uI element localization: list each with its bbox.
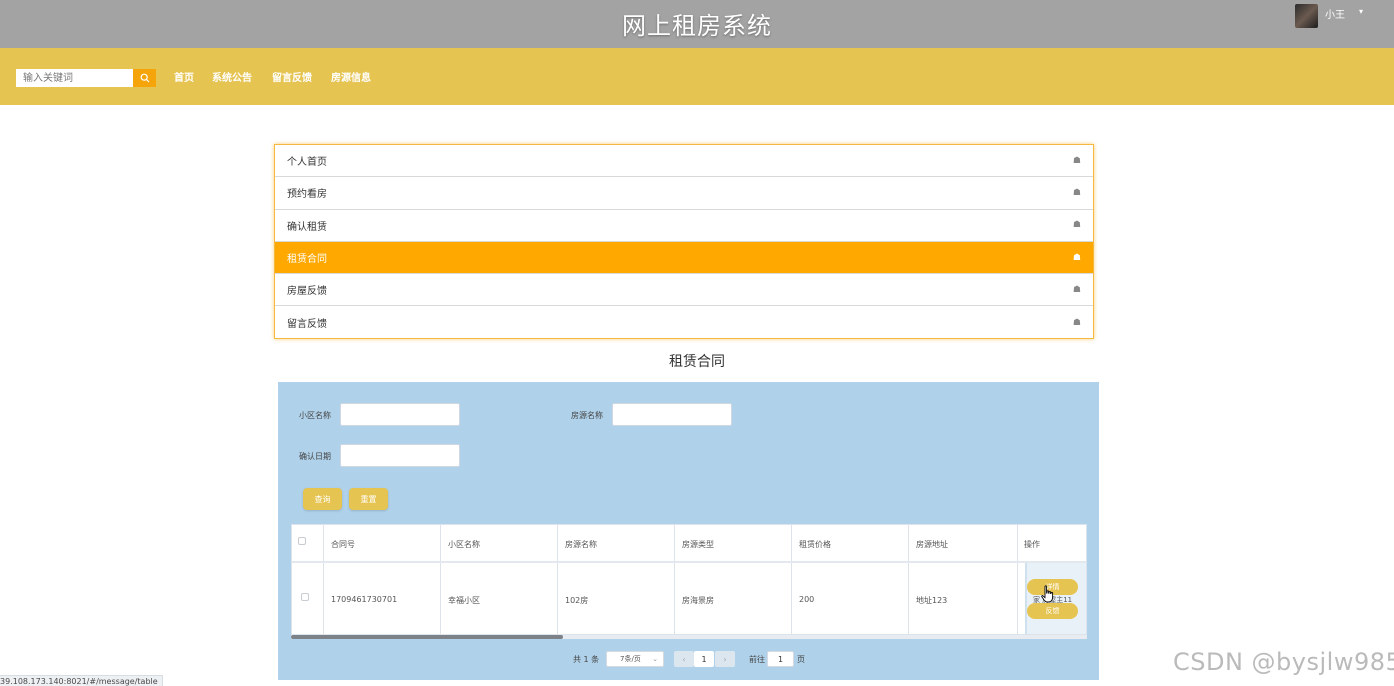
community-label: 小区名称 xyxy=(299,411,331,420)
avatar[interactable] xyxy=(1295,4,1318,28)
cell-price: 200 xyxy=(799,595,815,604)
home-icon: ☗ xyxy=(1072,187,1081,198)
chevron-down-icon: ⌄ xyxy=(652,655,658,663)
menu-item-label: 留言反馈 xyxy=(287,319,327,331)
nav-feedback[interactable]: 留言反馈 xyxy=(272,69,312,84)
row-checkbox[interactable] xyxy=(301,593,309,601)
search-input[interactable] xyxy=(16,69,133,87)
menu-item-confirm-lease[interactable]: 确认租赁 ☗ xyxy=(275,210,1093,242)
cell-house-type: 房海景房 xyxy=(682,596,714,605)
menu-item-label: 租赁合同 xyxy=(287,254,327,266)
menu-item-profile[interactable]: 个人首页 ☗ xyxy=(275,145,1093,178)
home-icon: ☗ xyxy=(1072,252,1081,263)
cell-address: 地址123 xyxy=(916,596,948,605)
column-header[interactable]: 合同号 xyxy=(331,539,355,550)
column-header: 操作 xyxy=(1024,540,1040,549)
community-input[interactable] xyxy=(340,403,460,426)
menu-item-house-feedback[interactable]: 房屋反馈 ☗ xyxy=(275,274,1093,307)
nav-listings[interactable]: 房源信息 xyxy=(331,69,371,84)
nav-home[interactable]: 首页 xyxy=(174,69,194,84)
pagination-total: 共 1 条 xyxy=(573,655,600,664)
hand-cursor-icon xyxy=(1041,585,1054,603)
user-menu[interactable]: 小王 ▾ xyxy=(1295,4,1363,28)
app-title: 网上租房系统 xyxy=(622,12,772,40)
column-header[interactable]: 小区名称 xyxy=(448,539,480,550)
search-icon xyxy=(140,73,149,83)
home-icon: ☗ xyxy=(1072,155,1081,166)
column-header[interactable]: 租赁价格 xyxy=(799,539,831,550)
prev-page-button[interactable]: ‹ xyxy=(674,651,694,667)
menu-item-booking[interactable]: 预约看房 ☗ xyxy=(275,177,1093,210)
column-header[interactable]: 房源类型 xyxy=(682,539,714,550)
query-button[interactable]: 查询 xyxy=(303,488,342,510)
horizontal-scrollbar[interactable] xyxy=(291,635,1087,639)
next-page-button[interactable]: › xyxy=(715,651,735,667)
menu-item-label: 个人首页 xyxy=(287,157,327,169)
page-size-value: 7条/页 xyxy=(620,655,641,663)
chevron-down-icon[interactable]: ▾ xyxy=(1359,7,1363,16)
title-bar: 网上租房系统 小王 ▾ xyxy=(0,0,1394,48)
user-name[interactable]: 小王 xyxy=(1325,6,1345,21)
menu-item-message-feedback[interactable]: 留言反馈 ☗ xyxy=(275,306,1093,338)
menu-item-lease-contract[interactable]: 租赁合同 ☗ xyxy=(275,241,1093,275)
search-button[interactable] xyxy=(133,69,156,87)
nav-bar: 首页 系统公告 留言反馈 房源信息 xyxy=(0,48,1394,105)
confirm-date-input[interactable] xyxy=(340,444,460,467)
select-all-checkbox[interactable] xyxy=(298,537,306,545)
cell-community: 幸福小区 xyxy=(448,596,480,605)
feedback-button[interactable]: 反馈 xyxy=(1027,603,1078,619)
house-name-input[interactable] xyxy=(612,403,732,426)
menu-item-label: 预约看房 xyxy=(287,189,327,201)
goto-page-input[interactable]: 1 xyxy=(767,651,794,667)
menu-item-label: 房屋反馈 xyxy=(287,286,327,298)
scrollbar-thumb[interactable] xyxy=(291,635,563,639)
reset-button[interactable]: 重置 xyxy=(349,488,388,510)
user-center-menu: 个人首页 ☗ 预约看房 ☗ 确认租赁 ☗ 租赁合同 ☗ 房屋反馈 ☗ 留言反馈 … xyxy=(274,144,1094,339)
home-icon: ☗ xyxy=(1072,220,1081,231)
menu-item-label: 确认租赁 xyxy=(287,221,327,233)
column-header[interactable]: 房源地址 xyxy=(916,539,948,550)
page-unit-label: 页 xyxy=(797,655,805,664)
contracts-table: 合同号 小区名称 房源名称 房源类型 租赁价格 房源地址 操作 17094617… xyxy=(291,524,1087,635)
confirm-date-label: 确认日期 xyxy=(299,452,331,461)
nav-announcements[interactable]: 系统公告 xyxy=(212,69,252,84)
house-name-label: 房源名称 xyxy=(571,411,603,420)
page-title: 租赁合同 xyxy=(669,354,725,370)
goto-label: 前往 xyxy=(749,655,765,664)
status-bar-url: 39.108.173.140:8021/#/message/table xyxy=(0,675,163,686)
page-size-select[interactable]: 7条/页 ⌄ xyxy=(606,651,664,667)
watermark: CSDN @bysjlw985 xyxy=(1173,648,1394,676)
cell-house-name: 102房 xyxy=(565,596,589,605)
column-header[interactable]: 房源名称 xyxy=(565,539,597,550)
home-icon: ☗ xyxy=(1072,317,1081,328)
home-icon: ☗ xyxy=(1072,284,1081,295)
page-number-1[interactable]: 1 xyxy=(694,651,714,667)
cell-contract-no: 1709461730701 xyxy=(331,595,398,604)
